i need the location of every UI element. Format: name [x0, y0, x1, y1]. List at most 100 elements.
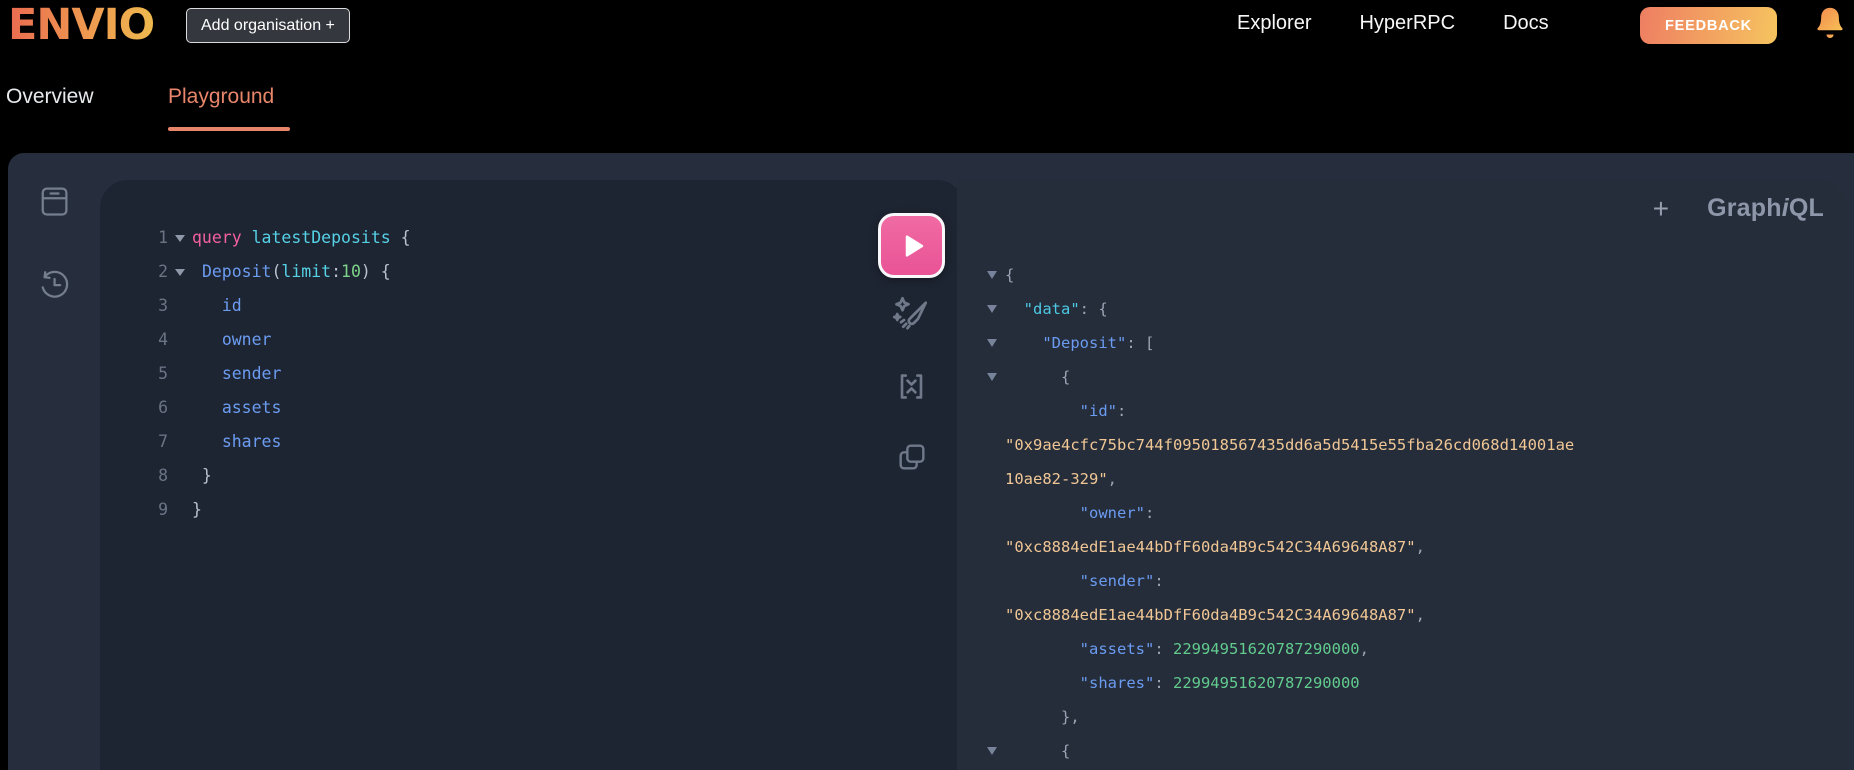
response-line[interactable]: }, — [979, 700, 1848, 734]
code-text: id — [192, 289, 242, 323]
code-token: } — [192, 466, 212, 485]
triangle-down-icon — [987, 747, 997, 755]
fold-triangle-icon[interactable] — [979, 305, 1005, 313]
history-icon[interactable] — [36, 266, 72, 302]
code-text: sender — [192, 357, 282, 391]
fold-triangle-icon[interactable] — [979, 339, 1005, 347]
code-line[interactable]: 4 owner — [128, 323, 865, 357]
response-viewer[interactable]: { "data": { "Deposit": [ { "id": "0x9ae4c… — [979, 258, 1848, 768]
response-line[interactable]: "0xc8884edE1ae44bDfF60da4B9c542C34A69648… — [979, 598, 1848, 632]
code-text: "Deposit": [ — [1005, 326, 1154, 360]
response-line[interactable]: "sender": — [979, 564, 1848, 598]
code-text: } — [192, 493, 202, 527]
code-text: "assets": 22994951620787290000, — [1005, 632, 1369, 666]
graphiql-logo-i: i — [1781, 194, 1789, 222]
graphiql-logo: GraphiQL — [1707, 194, 1824, 223]
nav-link-hyperrpc[interactable]: HyperRPC — [1359, 12, 1455, 35]
code-token: "assets" — [1079, 640, 1155, 658]
code-text: "0x9ae4cfc75bc744f095018567435dd6a5d5415… — [1005, 428, 1574, 462]
prettify-icon[interactable] — [889, 293, 931, 335]
response-panel: + GraphiQL { "data": { "Deposit": [ { "i… — [957, 180, 1848, 770]
response-line[interactable]: "shares": 22994951620787290000 — [979, 666, 1848, 700]
code-token: : — [1116, 402, 1127, 420]
top-nav: Explorer HyperRPC Docs — [1237, 12, 1549, 35]
code-line[interactable]: 2 Deposit(limit:10) { — [128, 255, 865, 289]
add-tab-button[interactable]: + — [1653, 194, 1669, 223]
code-token: : — [1154, 640, 1173, 658]
code-text: shares — [192, 425, 282, 459]
code-token: "owner" — [1079, 504, 1145, 522]
code-token: sender — [221, 364, 282, 383]
feedback-button[interactable]: FEEDBACK — [1640, 7, 1777, 44]
code-text: Deposit(limit:10) { — [192, 255, 391, 289]
line-number: 1 — [158, 228, 168, 247]
nav-link-explorer[interactable]: Explorer — [1237, 12, 1311, 35]
add-organisation-button[interactable]: Add organisation + — [186, 8, 350, 43]
code-line[interactable]: 1 query latestDeposits { — [128, 221, 865, 255]
response-line[interactable]: "assets": 22994951620787290000, — [979, 632, 1848, 666]
response-line[interactable]: { — [979, 258, 1848, 292]
code-line[interactable]: 6 assets — [128, 391, 865, 425]
line-number: 4 — [158, 330, 168, 349]
triangle-down-icon — [987, 373, 997, 381]
code-token: { — [1005, 368, 1071, 386]
merge-icon[interactable] — [894, 369, 929, 404]
response-line[interactable]: "id": — [979, 394, 1848, 428]
bell-icon[interactable] — [1812, 5, 1848, 45]
code-token: : [ — [1126, 334, 1155, 352]
code-token: , — [1359, 640, 1369, 658]
code-line[interactable]: 5 sender — [128, 357, 865, 391]
fold-triangle-icon[interactable] — [979, 373, 1005, 381]
triangle-down-icon — [987, 305, 997, 313]
response-line[interactable]: "Deposit": [ — [979, 326, 1848, 360]
response-line[interactable]: "0x9ae4cfc75bc744f095018567435dd6a5d5415… — [979, 428, 1848, 462]
nav-link-docs[interactable]: Docs — [1503, 12, 1549, 35]
code-text: "id": — [1005, 394, 1127, 428]
code-token: { — [390, 228, 411, 247]
code-text: 10ae82-329", — [1005, 462, 1117, 496]
code-token: : — [331, 262, 342, 281]
code-line[interactable]: 9} — [128, 493, 865, 527]
code-token: 22994951620787290000 — [1172, 674, 1360, 692]
tab-playground[interactable]: Playground — [168, 85, 274, 109]
code-token: "sender" — [1079, 572, 1155, 590]
line-number: 6 — [158, 398, 168, 417]
code-token: "data" — [1023, 300, 1080, 318]
query-editor-panel: 1 query latestDeposits {2 Deposit(limit:1… — [100, 180, 965, 770]
response-line[interactable]: { — [979, 360, 1848, 394]
response-line[interactable]: { — [979, 734, 1848, 768]
code-text: query latestDeposits { — [192, 221, 411, 255]
response-line[interactable]: "0xc8884edE1ae44bDfF60da4B9c542C34A69648… — [979, 530, 1848, 564]
code-token: limit — [281, 262, 332, 281]
code-token: } — [192, 500, 202, 519]
code-line[interactable]: 3 id — [128, 289, 865, 323]
tab-overview[interactable]: Overview — [6, 85, 94, 109]
code-token: Deposit — [201, 262, 272, 281]
fold-triangle-icon[interactable] — [979, 747, 1005, 755]
fold-triangle-icon[interactable] — [979, 271, 1005, 279]
code-line[interactable]: 8 } — [128, 459, 865, 493]
code-text: "0xc8884edE1ae44bDfF60da4B9c542C34A69648… — [1005, 530, 1425, 564]
code-token: 10 — [341, 262, 361, 281]
response-line[interactable]: 10ae82-329", — [979, 462, 1848, 496]
response-line[interactable]: "data": { — [979, 292, 1848, 326]
code-text: { — [1005, 360, 1070, 394]
code-text: assets — [192, 391, 282, 425]
envio-logo[interactable]: ENVIO — [8, 0, 155, 50]
code-token: { — [1005, 742, 1071, 760]
code-text: "owner": — [1005, 496, 1155, 530]
docs-icon[interactable] — [36, 183, 72, 219]
copy-icon[interactable] — [896, 441, 928, 473]
active-tab-underline — [168, 127, 290, 131]
line-number: 5 — [158, 364, 168, 383]
response-line[interactable]: "owner": — [979, 496, 1848, 530]
fold-triangle-icon[interactable] — [168, 234, 192, 242]
code-line[interactable]: 7 shares — [128, 425, 865, 459]
query-editor[interactable]: 1 query latestDeposits {2 Deposit(limit:1… — [128, 221, 865, 527]
fold-triangle-icon[interactable] — [168, 268, 192, 276]
execute-query-button[interactable] — [878, 213, 945, 278]
code-token: ( — [271, 262, 282, 281]
